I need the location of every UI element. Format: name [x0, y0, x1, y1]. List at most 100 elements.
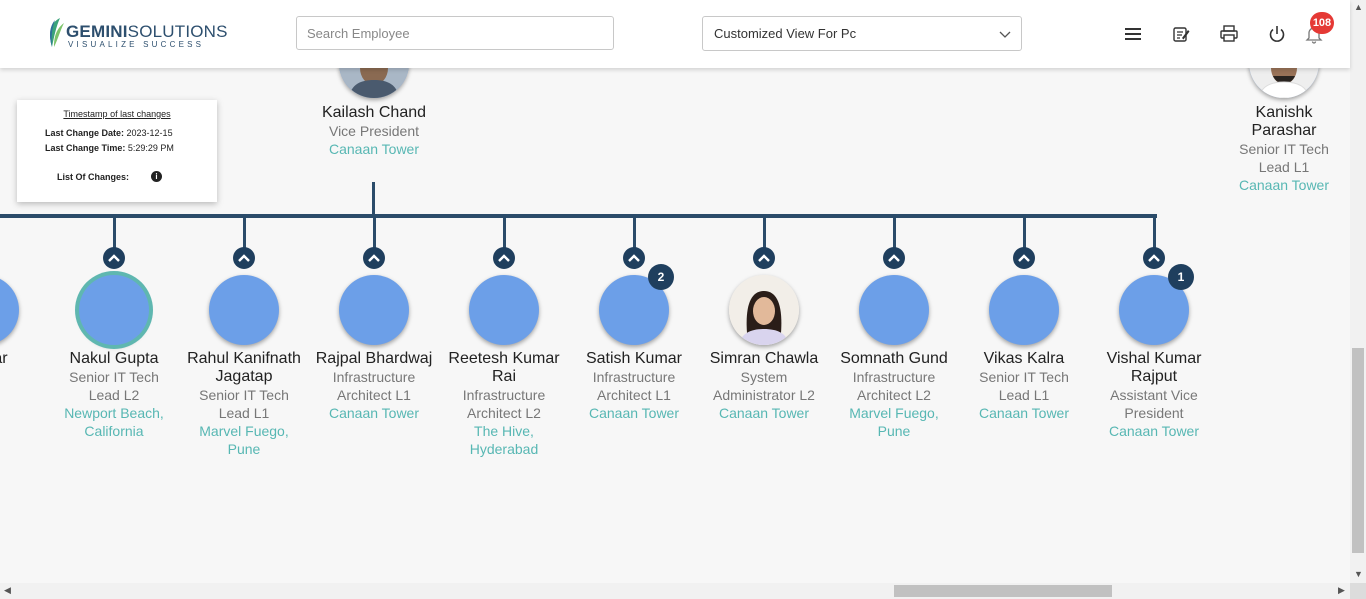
employee-role: Senior IT Tech — [979, 369, 1069, 385]
chevron-up-icon — [888, 254, 900, 262]
manager-location: Canaan Tower — [328, 141, 420, 157]
employee-name: Nakul Gupta — [69, 350, 159, 367]
timestamp-card: Timestamp of last changes Last Change Da… — [17, 100, 217, 202]
view-select[interactable]: Customized View For Pc — [702, 16, 1022, 51]
employee-location: Pune — [227, 441, 261, 457]
search-employee-input[interactable] — [296, 16, 614, 50]
expand-up-button[interactable] — [1013, 247, 1035, 269]
side-person-name-line2: Parashar — [1251, 122, 1317, 139]
employee-name: Satish Kumar — [585, 350, 683, 367]
employee-node[interactable]: Simran Chawla System Administrator L2 Canaa… — [701, 350, 827, 422]
expand-up-button[interactable] — [233, 247, 255, 269]
expand-up-button[interactable] — [623, 247, 645, 269]
expand-up-button[interactable] — [753, 247, 775, 269]
expand-up-button[interactable] — [883, 247, 905, 269]
chevron-up-icon — [498, 254, 510, 262]
direct-reports-count[interactable]: 1 — [1168, 264, 1194, 290]
employee-node[interactable]: Satish Kumar Infrastructure Architect L1 Ca… — [571, 350, 697, 422]
list-of-changes-label: List Of Changes: — [57, 172, 130, 182]
last-change-date: Last Change Date: 2023-12-15 — [45, 128, 173, 138]
employee-avatar[interactable] — [339, 275, 409, 345]
employee-name: Kumar — [0, 350, 8, 367]
employee-role: Infrastructure — [592, 369, 676, 385]
employee-role: Senior IT Tech — [199, 387, 289, 403]
expand-up-button[interactable] — [363, 247, 385, 269]
gemini-logo[interactable]: GEMINISOLUTIONS VISUALIZE SUCCESS — [46, 17, 228, 51]
employee-role: Tech — [0, 368, 47, 386]
employee-role: Infrastructure — [462, 387, 546, 403]
notification-count-badge[interactable]: 108 — [1310, 12, 1334, 34]
employee-name: Rajpal Bhardwaj — [315, 350, 433, 367]
scroll-left-arrow-icon[interactable]: ◀ — [4, 585, 11, 596]
scroll-up-arrow-icon[interactable]: ▲ — [1354, 2, 1363, 12]
employee-location: Marvel Fuego, — [849, 405, 939, 421]
employee-location: Canaan Tower — [328, 405, 420, 421]
employee-name: Vikas Kalra — [983, 350, 1065, 367]
scroll-right-arrow-icon[interactable]: ▶ — [1338, 585, 1345, 596]
employee-role: Senior IT Tech — [69, 369, 159, 385]
employee-location: Canaan Tower — [588, 405, 680, 421]
manager-node[interactable]: Kailash Chand Vice President Canaan Towe… — [311, 104, 437, 158]
employee-location: The Hive, — [474, 423, 534, 439]
vertical-scroll-thumb[interactable] — [1352, 348, 1364, 553]
power-icon[interactable] — [1267, 24, 1287, 44]
employee-role: Infrastructure — [332, 369, 416, 385]
side-person-node[interactable]: Kanishk Parashar Senior IT Tech Lead L1 … — [1221, 104, 1347, 194]
expand-up-button[interactable] — [1143, 247, 1165, 269]
print-icon[interactable] — [1219, 24, 1239, 44]
timestamp-card-title: Timestamp of last changes — [63, 109, 171, 119]
info-icon[interactable]: i — [151, 171, 162, 182]
chevron-up-icon — [1148, 254, 1160, 262]
employee-name: Rajput — [1130, 368, 1178, 385]
manager-name: Kailash Chand — [321, 104, 427, 121]
employee-role: Architect L1 — [597, 387, 671, 403]
menu-icon[interactable] — [1123, 24, 1143, 44]
edit-notes-icon[interactable] — [1171, 24, 1191, 44]
employee-location: Canaan Tower — [1108, 423, 1200, 439]
side-person-role-line1: Senior IT Tech — [1239, 141, 1329, 157]
expand-up-button[interactable] — [103, 247, 125, 269]
top-header: GEMINISOLUTIONS VISUALIZE SUCCESS Custom… — [0, 0, 1350, 68]
employee-node[interactable]: Reetesh Kumar Rai Infrastructure Architect … — [441, 350, 567, 458]
expand-up-button[interactable] — [493, 247, 515, 269]
employee-avatar[interactable] — [79, 275, 149, 345]
employee-node[interactable]: Vikas Kalra Senior IT Tech Lead L1 Canaan T… — [961, 350, 1087, 422]
chevron-down-icon — [999, 31, 1011, 38]
employee-avatar[interactable] — [469, 275, 539, 345]
employee-name: Somnath Gund — [840, 350, 948, 367]
employee-role: L2 — [0, 386, 47, 404]
employee-avatar[interactable] — [0, 275, 19, 345]
direct-reports-count[interactable]: 2 — [648, 264, 674, 290]
employee-avatar[interactable] — [729, 275, 799, 345]
employee-avatar[interactable] — [859, 275, 929, 345]
employee-node[interactable]: Vishal Kumar Rajput Assistant Vice Presiden… — [1091, 350, 1217, 440]
scroll-down-arrow-icon[interactable]: ▼ — [1354, 569, 1363, 579]
employee-role: Infrastructure — [852, 369, 936, 385]
employee-node[interactable]: Nakul Gupta Senior IT Tech Lead L2 Newport … — [51, 350, 177, 440]
employee-name: Rai — [491, 368, 516, 385]
employee-node[interactable]: Somnath Gund Infrastructure Architect L2 Ma… — [831, 350, 957, 440]
horizontal-scroll-thumb[interactable] — [894, 585, 1112, 597]
employee-role: Architect L2 — [467, 405, 541, 421]
employee-name: Jagatap — [215, 368, 273, 385]
employee-node[interactable]: Rahul Kanifnath Jagatap Senior IT Tech Lead… — [181, 350, 307, 458]
employee-location: Hyderabad — [469, 441, 539, 457]
manager-role: Vice President — [328, 123, 419, 139]
employee-location: ower — [0, 404, 47, 422]
employee-node[interactable]: Rajpal Bhardwaj Infrastructure Architect L… — [311, 350, 437, 422]
logo-wordmark: GEMINISOLUTIONS — [66, 22, 228, 41]
employee-name: Rahul Kanifnath — [187, 350, 301, 367]
employee-avatar[interactable] — [209, 275, 279, 345]
chevron-up-icon — [108, 254, 120, 262]
employee-location: Canaan Tower — [718, 405, 810, 421]
horizontal-scrollbar[interactable] — [0, 583, 1350, 599]
employee-role: Lead L1 — [998, 387, 1050, 403]
employee-avatar[interactable] — [989, 275, 1059, 345]
team-connector-line — [0, 214, 1157, 218]
employee-name: Simran Chawla — [709, 350, 819, 367]
employee-node[interactable]: KumarTechL2ower — [0, 350, 47, 422]
employee-name: Vishal Kumar — [1106, 350, 1202, 367]
employee-location: Marvel Fuego, — [199, 423, 289, 439]
employee-role: System — [740, 369, 788, 385]
view-select-value: Customized View For Pc — [714, 26, 857, 41]
